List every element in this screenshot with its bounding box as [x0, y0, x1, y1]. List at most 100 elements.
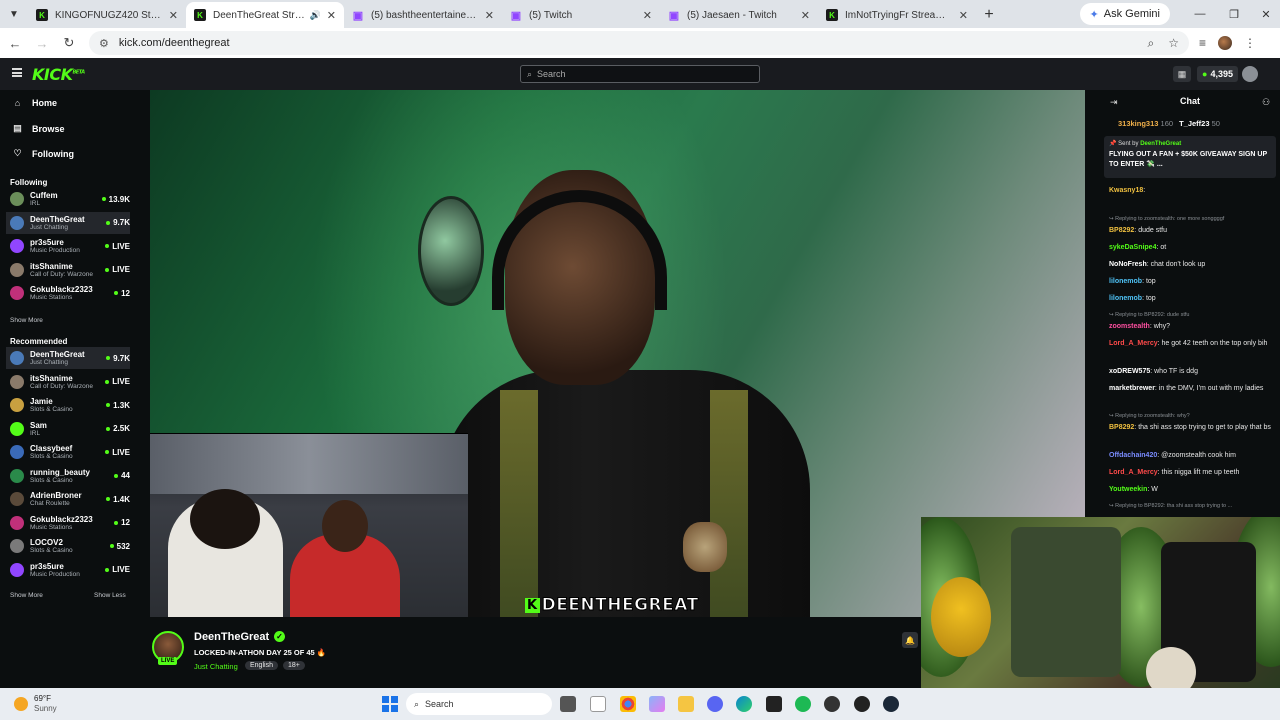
weather-widget[interactable]: 69°F Sunny [14, 694, 57, 714]
browser-tab[interactable]: KImNotTryingFr Stream - Watch✕ [818, 2, 976, 28]
show-more-recommended[interactable]: Show More [10, 592, 43, 599]
edge-icon[interactable] [736, 696, 752, 712]
close-tab-icon[interactable]: ✕ [327, 9, 336, 22]
leaderboard-entry[interactable]: 313king313 160 [1118, 119, 1173, 128]
sidebar-channel[interactable]: Cuffem IRL 13.9K [6, 188, 130, 210]
site-info-icon[interactable]: ⚙ [99, 37, 109, 50]
address-bar[interactable]: ⚙ kick.com/deenthegreat ⌕ ☆ [89, 31, 1189, 55]
chat-message[interactable]: lilonemob: top [1109, 276, 1275, 287]
ask-gemini-button[interactable]: ✦ Ask Gemini [1079, 3, 1170, 25]
show-less-recommended[interactable]: Show Less [94, 592, 126, 599]
stream-category[interactable]: Just Chatting [194, 662, 238, 671]
chat-reply-context[interactable]: ↪ Replying to zoomstealth: why? [1109, 411, 1275, 422]
chat-reply-context[interactable]: ↪ Replying to BP8292: dude stfu [1109, 310, 1275, 321]
close-tab-icon[interactable]: ✕ [169, 9, 178, 22]
chat-username[interactable]: BP8292 [1109, 424, 1134, 431]
app-icon[interactable] [854, 696, 870, 712]
browse-grid-icon[interactable]: ▦ [1173, 66, 1191, 82]
notification-bell-icon[interactable]: 🔔 [902, 632, 918, 648]
close-window-button[interactable]: ✕ [1246, 0, 1280, 28]
windows-start-icon[interactable] [382, 696, 398, 712]
sidebar-channel[interactable]: LOCOV2 Slots & Casino 532 [6, 535, 130, 557]
chat-message[interactable]: BP8292: tha shi ass stop trying to get t… [1109, 422, 1275, 433]
tag-age[interactable]: 18+ [283, 661, 305, 670]
task-view-icon[interactable] [560, 696, 576, 712]
chat-message[interactable]: zoomstealth: why? [1109, 321, 1275, 332]
browser-tab-active[interactable]: KDeenTheGreat Stream - Wa🔊✕ [186, 2, 344, 28]
close-tab-icon[interactable]: ✕ [485, 9, 494, 22]
browser-tab[interactable]: KKINGOFNUGZ420 Stream - Wa✕ [28, 2, 186, 28]
tag-language[interactable]: English [245, 661, 278, 670]
terminal-icon[interactable] [766, 696, 782, 712]
sidebar-channel[interactable]: Classybeef Slots & Casino LIVE [6, 441, 130, 463]
chat-message[interactable]: lilonemob: top [1109, 293, 1275, 304]
bookmark-star-icon[interactable]: ☆ [1168, 36, 1179, 51]
chat-message[interactable]: BP8292: dude stfu [1109, 225, 1275, 236]
chat-username[interactable]: xoDREW575 [1109, 368, 1150, 375]
forward-button[interactable]: → [30, 31, 54, 55]
sidebar-channel[interactable]: DeenTheGreat Just Chatting 9.7K [6, 211, 130, 234]
notepad-icon[interactable] [590, 696, 606, 712]
tab-search-dropdown-icon[interactable]: ▼ [0, 0, 28, 28]
taskbar-search[interactable]: ⌕ Search [406, 693, 552, 715]
chat-message[interactable]: Youtweekin: W [1109, 484, 1275, 495]
4k-app-icon[interactable] [824, 696, 840, 712]
close-tab-icon[interactable]: ✕ [959, 9, 968, 22]
nav-home[interactable]: ⌂ Home [12, 98, 57, 108]
leaderboard-entry[interactable]: T_Jeff23 50 [1179, 119, 1220, 128]
chat-message[interactable]: sykeDaSnipe4: ot [1109, 242, 1275, 253]
sidebar-channel[interactable]: Gokublackz2323 Music Stations 12 [6, 282, 130, 304]
user-avatar[interactable] [1242, 66, 1258, 82]
chat-message[interactable]: Lord_A_Mercy: he got 42 teeth on the top… [1109, 338, 1275, 349]
sidebar-channel[interactable]: Sam IRL 2.5K [6, 418, 130, 440]
chrome-icon[interactable] [620, 696, 636, 712]
sidebar-channel[interactable]: itsShanime Call of Duty: Warzone LIVE [6, 259, 130, 281]
sidebar-channel[interactable]: AdrienBroner Chat Roulette 1.4K [6, 488, 130, 510]
back-button[interactable]: ← [3, 31, 27, 55]
sidebar-channel[interactable]: Gokublackz2323 Music Stations 12 [6, 512, 130, 534]
chat-username[interactable]: lilonemob [1109, 278, 1142, 285]
search-input[interactable]: ⌕ Search [520, 65, 760, 83]
sidebar-channel[interactable]: pr3s5ure Music Production LIVE [6, 235, 130, 257]
browser-tab[interactable]: ▣ (5) Jaesaen - Twitch ✕ [660, 2, 818, 28]
chat-username[interactable]: Lord_A_Mercy [1109, 469, 1158, 476]
sidebar-channel[interactable]: itsShanime Call of Duty: Warzone LIVE [6, 371, 130, 393]
chat-users-icon[interactable]: ⚇ [1262, 97, 1270, 108]
sidebar-channel[interactable]: DeenTheGreat Just Chatting 9.7K [6, 347, 130, 369]
kicks-balance-button[interactable]: ● 4,395 [1197, 66, 1238, 82]
nav-following[interactable]: ♡ Following [12, 148, 74, 159]
discord-icon[interactable] [707, 696, 723, 712]
spotify-icon[interactable] [795, 696, 811, 712]
close-tab-icon[interactable]: ✕ [643, 9, 652, 22]
profile-avatar[interactable] [1218, 36, 1233, 50]
chat-message[interactable]: Offdachain420: @zoomstealth cook him [1109, 450, 1275, 461]
steam-icon[interactable] [883, 696, 899, 712]
zoom-icon[interactable]: ⌕ [1148, 36, 1155, 51]
chat-username[interactable]: zoomstealth [1109, 323, 1150, 330]
browser-tab[interactable]: ▣ (5) Twitch ✕ [502, 2, 660, 28]
pinned-message[interactable]: 📌 Sent by DeenTheGreat FLYING OUT A FAN … [1104, 136, 1276, 178]
chat-username[interactable]: NoNoFresh [1109, 261, 1147, 268]
menu-hamburger-icon[interactable] [12, 68, 22, 77]
chat-username[interactable]: BP8292 [1109, 227, 1134, 234]
chat-message[interactable]: xoDREW575: who TF is ddg [1109, 366, 1275, 377]
chat-username[interactable]: sykeDaSnipe4 [1109, 244, 1156, 251]
chat-username[interactable]: Offdachain420 [1109, 452, 1157, 459]
close-tab-icon[interactable]: ✕ [801, 9, 810, 22]
tab-list-icon[interactable]: ≡ [1199, 36, 1206, 50]
reload-button[interactable]: ↻ [57, 31, 81, 55]
new-tab-button[interactable]: + [976, 2, 1002, 28]
speaker-icon[interactable]: 🔊 [310, 10, 321, 21]
chat-username[interactable]: marketbrewer [1109, 385, 1155, 392]
chat-message[interactable]: Kwasny18: [1109, 185, 1275, 196]
copilot-icon[interactable] [649, 696, 665, 712]
sidebar-channel[interactable]: running_beauty Slots & Casino 44 [6, 465, 130, 487]
chat-username[interactable]: Kwasny18 [1109, 187, 1143, 194]
kick-logo[interactable]: KICKBETA [32, 65, 85, 84]
file-explorer-icon[interactable] [678, 696, 694, 712]
chat-reply-context[interactable]: ↪ Replying to zoomstealth: one more song… [1109, 214, 1275, 225]
chat-username[interactable]: Youtweekin [1109, 486, 1147, 493]
sidebar-channel[interactable]: Jamie Slots & Casino 1.3K [6, 394, 130, 416]
browser-tab[interactable]: ▣(5) bashtheentertainer - Twitch✕ [344, 2, 502, 28]
streamer-name[interactable]: DeenTheGreat [194, 631, 269, 643]
